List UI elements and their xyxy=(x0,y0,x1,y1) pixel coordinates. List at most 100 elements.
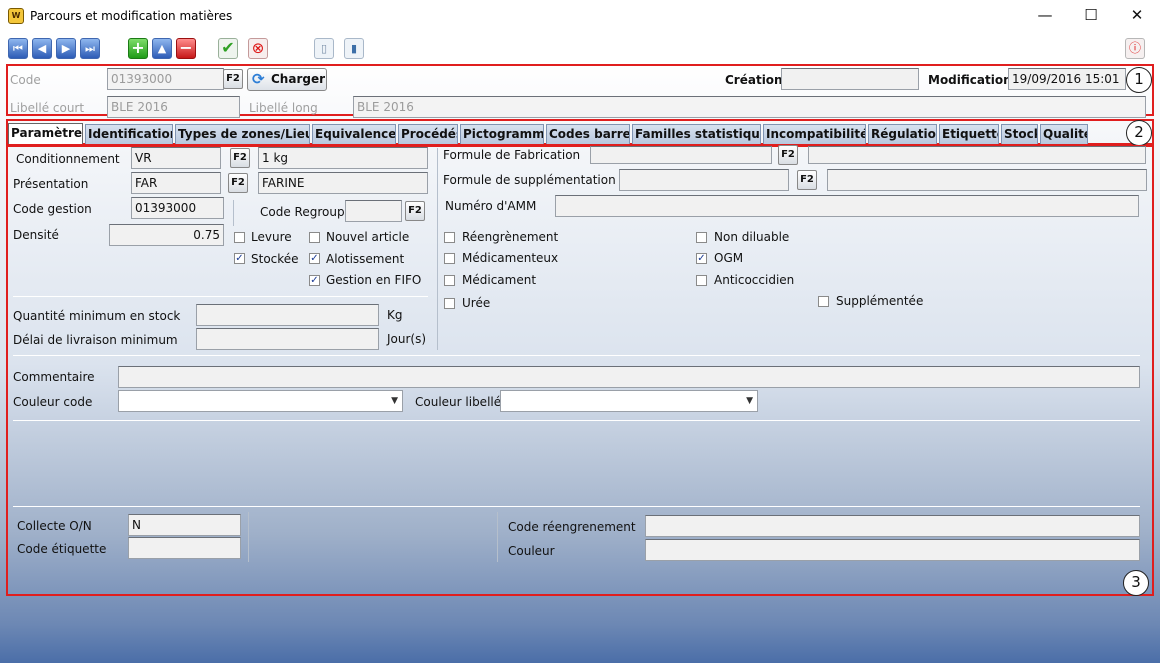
medicament-checkbox[interactable] xyxy=(444,275,455,286)
ogm-checkbox[interactable]: ✓ xyxy=(696,253,707,264)
densite-field[interactable]: 0.75 xyxy=(109,224,224,246)
refresh-icon: ⟳ xyxy=(252,70,265,88)
document-icon: ▯ xyxy=(320,42,328,55)
qte-min-label: Quantité minimum en stock xyxy=(13,309,181,323)
tab-equivalences[interactable]: Equivalences xyxy=(312,124,396,144)
collecte-label: Collecte O/N xyxy=(17,519,92,533)
formule-supplementation-f2-button[interactable]: F2 xyxy=(797,170,817,190)
amm-label: Numéro d'AMM xyxy=(445,199,537,213)
tab-identification[interactable]: Identification xyxy=(85,124,173,144)
couleur-libelle-select[interactable]: ▼ xyxy=(500,390,758,412)
tab-parametres[interactable]: Paramètres xyxy=(8,123,83,144)
formule-fabrication-field[interactable] xyxy=(590,146,772,164)
reengrenement-checkbox[interactable] xyxy=(444,232,455,243)
medicament-label: Médicament xyxy=(462,273,537,287)
code-regroup-f2-button[interactable]: F2 xyxy=(405,201,425,221)
previous-record-button[interactable]: ◀ xyxy=(32,38,52,59)
tab-familles-statistiques[interactable]: Familles statistiques xyxy=(632,124,761,144)
nouvel-article-label: Nouvel article xyxy=(326,230,410,244)
tab-incompatibilites[interactable]: Incompatibilités xyxy=(763,124,866,144)
code-reengrenement-field[interactable] xyxy=(645,515,1140,537)
formule-fabrication-label: Formule de Fabrication xyxy=(443,148,581,162)
code-gestion-field[interactable]: 01393000 xyxy=(131,197,224,219)
libelle-court-field[interactable]: BLE 2016 xyxy=(107,96,240,118)
print-button[interactable]: ▮ xyxy=(344,38,364,59)
minimize-button[interactable]: — xyxy=(1022,0,1068,30)
creation-label: Création xyxy=(725,73,783,87)
region-badge-2: 2 xyxy=(1126,120,1152,146)
couleur-code-label: Couleur code xyxy=(13,395,93,409)
last-record-button[interactable]: ⏭ xyxy=(80,38,100,59)
nouvel-article-checkbox[interactable] xyxy=(309,232,320,243)
reengrenement-label: Réengrènement xyxy=(462,230,559,244)
validate-button[interactable]: ✔ xyxy=(218,38,238,59)
qte-min-field[interactable] xyxy=(196,304,379,326)
couleur-field[interactable] xyxy=(645,539,1140,561)
collecte-field[interactable]: N xyxy=(128,514,241,536)
chevron-down-icon: ▼ xyxy=(746,396,753,406)
first-record-button[interactable]: ⏮ xyxy=(8,38,28,59)
tab-types-de-zones[interactable]: Types de zones/Lieux xyxy=(175,124,310,144)
region-badge-3: 3 xyxy=(1123,570,1149,596)
cancel-button[interactable]: ⊗ xyxy=(248,38,268,59)
tab-regulation[interactable]: Régulation xyxy=(868,124,937,144)
modification-label: Modification xyxy=(928,73,1012,87)
last-icon: ⏭ xyxy=(85,42,95,55)
conditionnement-f2-button[interactable]: F2 xyxy=(230,148,250,168)
couleur-code-select[interactable]: ▼ xyxy=(118,390,403,412)
maximize-button[interactable]: ☐ xyxy=(1068,0,1114,30)
info-button[interactable]: ⓘ xyxy=(1125,38,1145,59)
formule-supplementation-field[interactable] xyxy=(619,169,789,191)
delai-field[interactable] xyxy=(196,328,379,350)
add-button[interactable]: + xyxy=(128,38,148,59)
presentation-f2-button[interactable]: F2 xyxy=(228,173,248,193)
levure-checkbox[interactable] xyxy=(234,232,245,243)
presentation-code-field[interactable]: FAR xyxy=(131,172,221,194)
commentaire-field[interactable] xyxy=(118,366,1140,388)
window-title: Parcours et modification matières xyxy=(30,9,233,23)
medicamenteux-label: Médicamenteux xyxy=(462,251,559,265)
amm-field[interactable] xyxy=(555,195,1139,217)
code-f2-button[interactable]: F2 xyxy=(223,69,243,89)
modification-field[interactable]: 19/09/2016 15:01 xyxy=(1008,68,1126,90)
medicamenteux-checkbox[interactable] xyxy=(444,253,455,264)
formule-fabrication-f2-button[interactable]: F2 xyxy=(778,145,798,165)
densite-label: Densité xyxy=(13,228,59,242)
close-button[interactable]: ✕ xyxy=(1114,0,1160,30)
creation-field[interactable] xyxy=(781,68,919,90)
tab-stock[interactable]: Stock xyxy=(1001,124,1038,144)
move-up-button[interactable]: ▲ xyxy=(152,38,172,59)
charger-label: Charger xyxy=(271,72,326,86)
remove-button[interactable]: − xyxy=(176,38,196,59)
code-field[interactable]: 01393000 xyxy=(107,68,224,90)
uree-checkbox[interactable] xyxy=(444,298,455,309)
next-record-button[interactable]: ▶ xyxy=(56,38,76,59)
formule-supplementation-label: Formule de supplémentation xyxy=(443,173,616,187)
column-separator xyxy=(437,148,438,350)
supplementee-checkbox[interactable] xyxy=(818,296,829,307)
libelle-long-field[interactable]: BLE 2016 xyxy=(353,96,1146,118)
divider xyxy=(13,506,1140,507)
tab-qualite[interactable]: Qualité xyxy=(1040,124,1088,144)
code-regroup-field[interactable] xyxy=(345,200,402,222)
conditionnement-label: Conditionnement xyxy=(16,152,120,166)
stockee-checkbox[interactable]: ✓ xyxy=(234,253,245,264)
presentation-label: Présentation xyxy=(13,177,89,191)
stockee-label: Stockée xyxy=(251,252,299,266)
tab-etiquette[interactable]: Etiquette xyxy=(939,124,999,144)
conditionnement-code-field[interactable]: VR xyxy=(131,147,221,169)
tab-pictogramme[interactable]: Pictogramme xyxy=(460,124,544,144)
document-button[interactable]: ▯ xyxy=(314,38,334,59)
fifo-checkbox[interactable]: ✓ xyxy=(309,275,320,286)
separator xyxy=(233,200,234,226)
charger-button[interactable]: ⟳ Charger xyxy=(247,68,327,91)
formule-supplementation-desc-field xyxy=(827,169,1147,191)
alotissement-checkbox[interactable]: ✓ xyxy=(309,253,320,264)
cancel-icon: ⊗ xyxy=(251,39,265,57)
tab-procedes[interactable]: Procédés xyxy=(398,124,458,144)
anticoccidien-checkbox[interactable] xyxy=(696,275,707,286)
non-diluable-checkbox[interactable] xyxy=(696,232,707,243)
code-etiquette-field[interactable] xyxy=(128,537,241,559)
tab-codes-barres[interactable]: Codes barres xyxy=(546,124,630,144)
non-diluable-label: Non diluable xyxy=(714,230,790,244)
